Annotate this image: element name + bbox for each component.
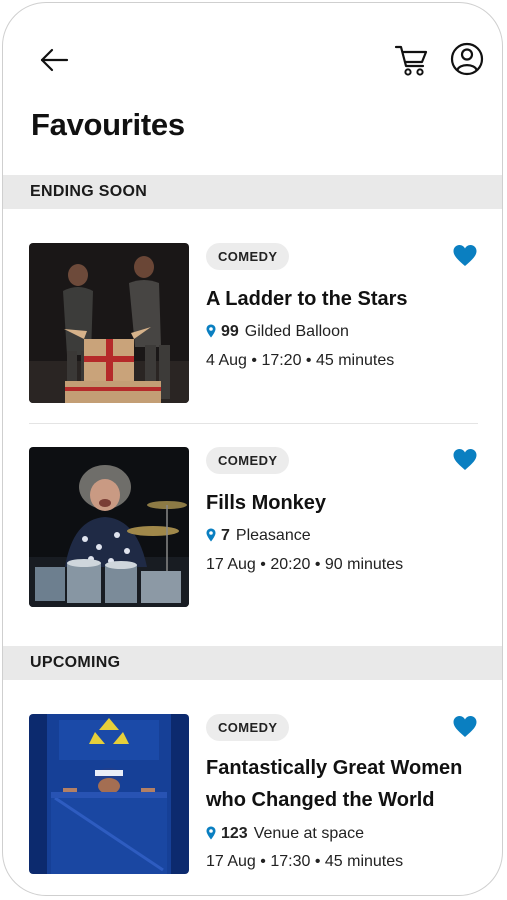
heart-filled-icon — [453, 449, 477, 470]
location-pin-icon — [206, 324, 216, 343]
performance-time: 17:20 — [261, 352, 302, 369]
show-title[interactable]: Fantastically Great Women who Changed th… — [206, 752, 486, 816]
favourite-card[interactable]: COMEDY Fantastically Great Women who Cha… — [3, 714, 502, 884]
phone-frame: Favourites ENDING SOON COMEDY A Ladder t… — [2, 2, 503, 896]
venue-number: 7 — [221, 527, 230, 544]
favourite-toggle[interactable] — [452, 243, 478, 269]
category-badge: COMEDY — [206, 447, 290, 474]
venue-number: 123 — [221, 825, 248, 842]
venue-name: Gilded Balloon — [244, 323, 349, 340]
heart-filled-icon — [453, 716, 477, 737]
performance-duration: 45 minutes — [315, 352, 395, 369]
card-divider — [29, 423, 478, 424]
performance-meta: 17 Aug • 17:30 • 45 minutes — [206, 853, 404, 870]
show-title[interactable]: Fills Monkey — [206, 487, 486, 519]
performance-time: 17:30 — [270, 853, 311, 870]
page-title: Favourites — [31, 107, 185, 142]
location-pin-icon — [206, 826, 216, 845]
favourite-toggle[interactable] — [452, 447, 478, 473]
user-circle-icon — [450, 42, 484, 76]
show-title[interactable]: A Ladder to the Stars — [206, 283, 486, 315]
performance-meta: 4 Aug • 17:20 • 45 minutes — [206, 352, 395, 369]
venue-name: Pleasance — [235, 527, 311, 544]
account-button[interactable] — [447, 39, 487, 79]
heart-filled-icon — [453, 245, 477, 266]
show-thumbnail[interactable] — [29, 714, 189, 874]
section-header-ending-soon: ENDING SOON — [3, 175, 502, 209]
location-pin-icon — [206, 528, 216, 547]
performance-date: 17 Aug — [206, 853, 256, 870]
performance-time: 20:20 — [270, 556, 311, 573]
back-button[interactable] — [35, 41, 73, 79]
section-header-upcoming: UPCOMING — [3, 646, 502, 680]
category-badge: COMEDY — [206, 714, 290, 741]
venue-name: Venue at space — [253, 825, 365, 842]
performance-duration: 45 minutes — [324, 853, 404, 870]
favourite-toggle[interactable] — [452, 714, 478, 740]
performance-date: 4 Aug — [206, 352, 247, 369]
performance-date: 17 Aug — [206, 556, 256, 573]
venue-line: 7 Pleasance — [206, 527, 311, 547]
category-badge: COMEDY — [206, 243, 290, 270]
show-thumbnail[interactable] — [29, 447, 189, 607]
performance-meta: 17 Aug • 20:20 • 90 minutes — [206, 556, 404, 573]
venue-number: 99 — [221, 323, 239, 340]
top-bar — [3, 3, 502, 113]
cart-button[interactable] — [391, 39, 431, 79]
favourite-card[interactable]: COMEDY A Ladder to the Stars 99 Gilded Ba… — [3, 243, 502, 413]
performance-duration: 90 minutes — [324, 556, 404, 573]
favourite-card[interactable]: COMEDY Fills Monkey 7 Pleasance 17 Aug • … — [3, 447, 502, 617]
show-thumbnail[interactable] — [29, 243, 189, 403]
venue-line: 123 Venue at space — [206, 825, 364, 845]
venue-line: 99 Gilded Balloon — [206, 323, 349, 343]
arrow-left-icon — [40, 48, 69, 72]
cart-icon — [394, 45, 428, 76]
